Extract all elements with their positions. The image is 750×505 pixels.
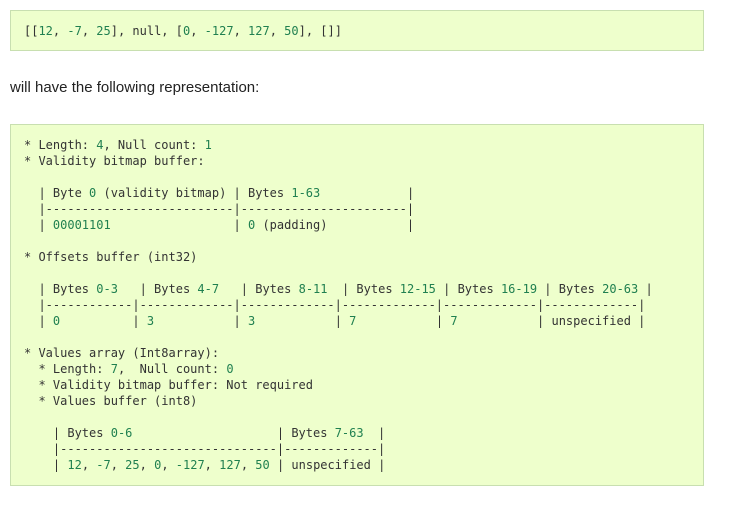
example-code: [[12, -7, 25], null, [0, -127, 127, 50],… — [24, 24, 342, 38]
representation-code: * Length: 4, Null count: 1 * Validity bi… — [24, 138, 653, 472]
intro-paragraph: will have the following representation: — [10, 79, 260, 96]
code-block-example: [[12, -7, 25], null, [0, -127, 127, 50],… — [10, 10, 704, 51]
code-block-representation: * Length: 4, Null count: 1 * Validity bi… — [10, 124, 704, 486]
